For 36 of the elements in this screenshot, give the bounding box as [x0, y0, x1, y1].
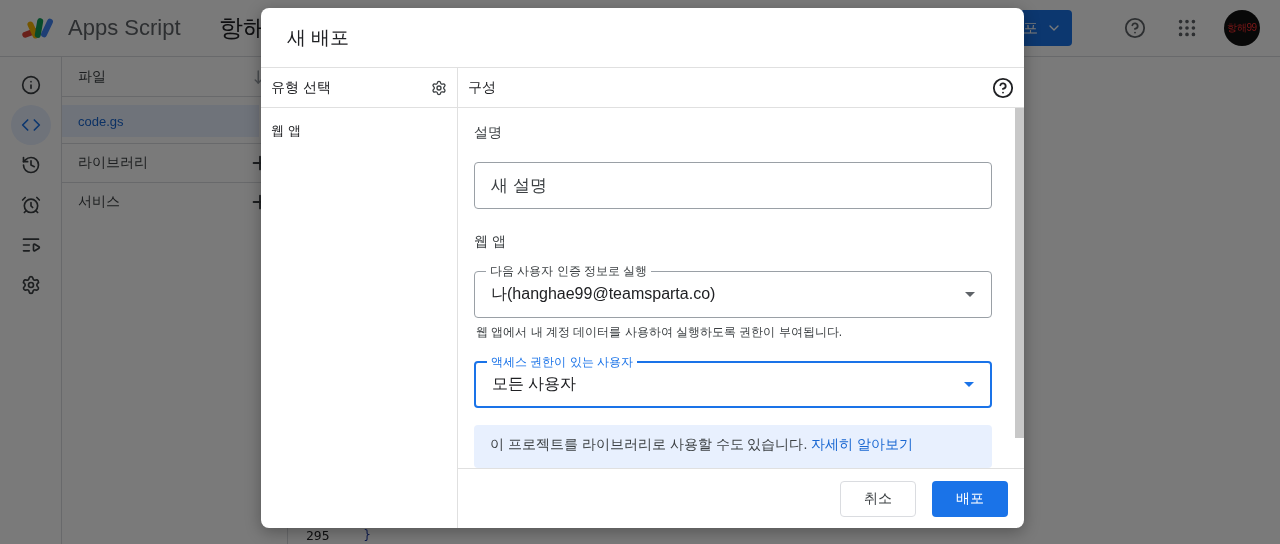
- apps-grid-icon[interactable]: [1176, 17, 1198, 39]
- cancel-button[interactable]: 취소: [840, 480, 916, 517]
- alarm-clock-icon: [20, 195, 41, 215]
- learn-more-link[interactable]: 자세히 알아보기: [811, 436, 914, 452]
- field-value: 모든 사용자: [492, 373, 577, 394]
- section-title: 서비스: [78, 193, 120, 211]
- type-item[interactable]: 웹 앱: [261, 108, 457, 154]
- settings-icon[interactable]: [431, 79, 447, 96]
- dropdown-caret-icon: [964, 381, 974, 387]
- files-title: 파일: [78, 67, 106, 86]
- info-icon: [20, 75, 41, 95]
- helper-text: 웹 앱에서 내 계정 데이터를 사용하여 실행하도록 권한이 부여됩니다.: [476, 323, 843, 341]
- info-text: 이 프로젝트를 라이브러리로 사용할 수도 있습니다. 자세히 알아보기: [474, 425, 992, 468]
- logo-icon: [20, 15, 56, 41]
- settings-icon: [20, 275, 41, 295]
- section-title: 웹 앱: [474, 232, 507, 251]
- section-title: 라이브러리: [78, 154, 148, 172]
- type-header: 유형 선택: [271, 78, 331, 97]
- config-header: 구성: [468, 78, 496, 97]
- dialog-title: 새 배포: [261, 8, 1024, 68]
- list-play-icon: [20, 235, 41, 255]
- description-label: 설명: [474, 124, 503, 142]
- line-number: 295: [306, 527, 330, 543]
- file-item[interactable]: code.gs: [62, 105, 259, 137]
- rail-button[interactable]: [10, 105, 51, 145]
- field-label: 액세스 권한이 있는 사용자: [487, 354, 637, 369]
- field-value: 나(hanghae99@teamsparta.co): [491, 283, 716, 304]
- history-icon: [20, 155, 41, 175]
- dropdown-caret-icon: [965, 291, 975, 297]
- scrollbar-thumb[interactable]: [1015, 108, 1024, 438]
- description-field[interactable]: 새 설명: [474, 162, 992, 209]
- code-text: }: [363, 528, 371, 542]
- app-name: Apps Script: [68, 15, 181, 41]
- help-icon[interactable]: [992, 76, 1014, 99]
- field-label: 다음 사용자 인증 정보로 실행: [486, 263, 652, 278]
- deploy-button[interactable]: 배포: [932, 480, 1008, 517]
